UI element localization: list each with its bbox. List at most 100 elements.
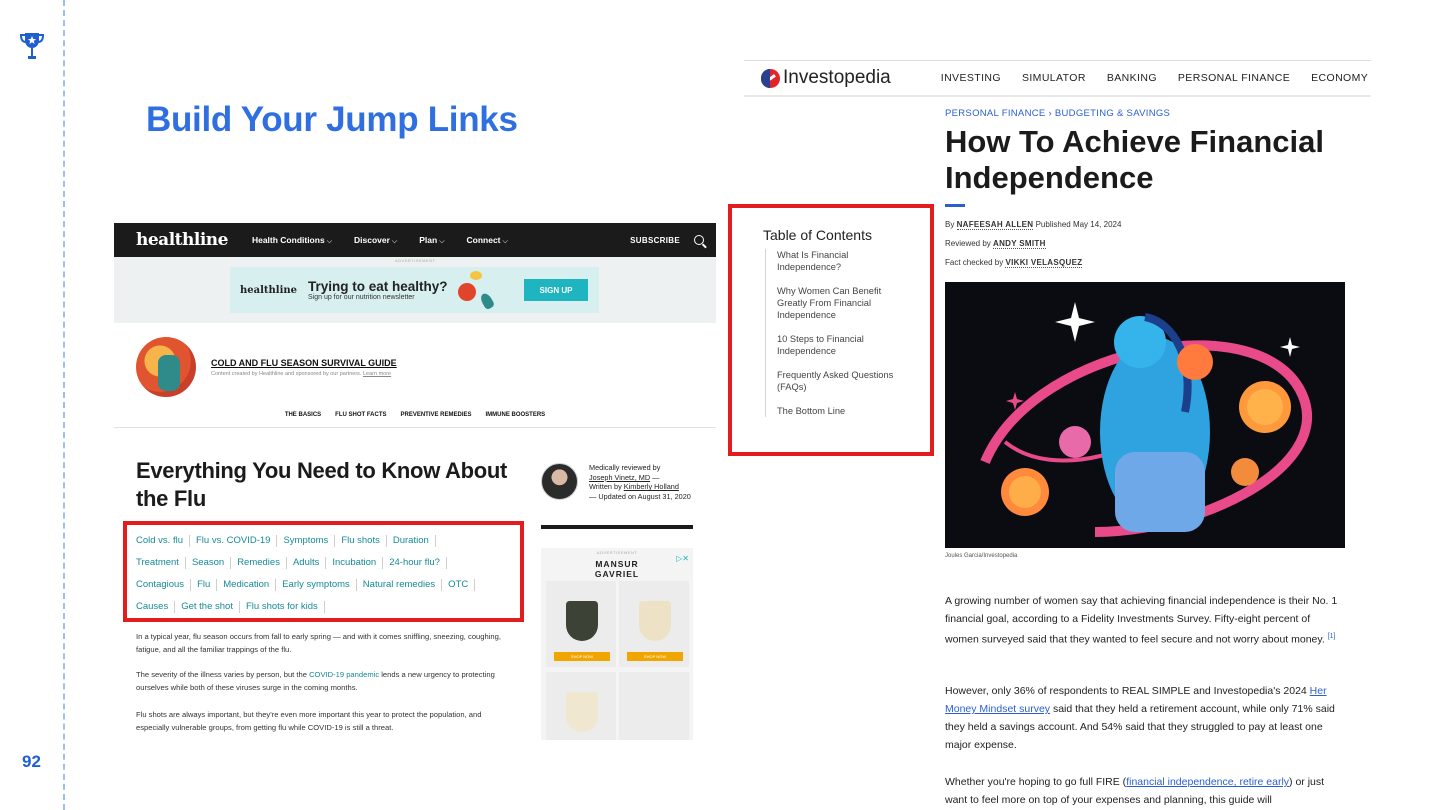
title-accent-rule	[945, 204, 965, 207]
article-paragraph: The severity of the illness varies by pe…	[136, 669, 512, 694]
fact-checked-by-label: Fact checked by	[945, 258, 1006, 267]
bag-image	[566, 601, 598, 641]
search-icon[interactable]	[694, 235, 704, 245]
reviewed-by-label: Medically reviewed by	[589, 463, 661, 472]
learn-more-link[interactable]: Learn more	[363, 371, 391, 377]
paragraph-text: Whether you're hoping to go full FIRE (	[945, 776, 1127, 788]
author-name-link[interactable]: Kimberly Holland	[624, 482, 679, 491]
product-tile[interactable]	[619, 672, 689, 740]
updated-date: — Updated on August 31, 2020	[589, 491, 691, 501]
article-paragraph: In a typical year, flu season occurs fro…	[136, 632, 501, 654]
nav-label: Health Conditions	[251, 234, 325, 245]
bag-image	[566, 692, 598, 732]
subnav-flu-shot-facts[interactable]: FLU SHOT FACTS	[335, 412, 386, 418]
chevron-down-icon: ⌵	[326, 237, 332, 245]
image-caption: Joules Garcia/Investopedia	[945, 553, 1018, 559]
chevron-down-icon: ⌵	[439, 237, 445, 245]
product-tile[interactable]: SHOP NOW	[619, 581, 689, 667]
food-illustration	[448, 267, 504, 313]
nav-banking[interactable]: BANKING	[1107, 72, 1157, 84]
survival-guide-banner: COLD AND FLU SEASON SURVIVAL GUIDE Conte…	[136, 337, 397, 397]
ad-subline: Sign up for our nutrition newsletter	[308, 294, 415, 301]
trophy-icon	[20, 33, 44, 59]
ad-logo: healthline	[240, 284, 298, 296]
investopedia-logo-text: Investopedia	[783, 67, 891, 88]
nav-health-conditions[interactable]: Health Conditions ⌵	[252, 235, 332, 246]
shop-now-button[interactable]: SHOP NOW	[627, 652, 683, 661]
nav-label: Connect	[466, 234, 501, 245]
healthline-screenshot: healthline Health Conditions ⌵ Discover ⌵ …	[114, 223, 716, 740]
guide-title-link[interactable]: COLD AND FLU SEASON SURVIVAL GUIDE	[211, 358, 397, 368]
nav-connect[interactable]: Connect ⌵	[467, 235, 508, 246]
reviewer-block: Medically reviewed by Joseph Vinetz, MD …	[541, 463, 693, 501]
slide-margin-rule	[63, 0, 65, 810]
investopedia-logo-icon	[761, 68, 780, 88]
nav-plan[interactable]: Plan ⌵	[419, 235, 444, 246]
guide-illustration	[136, 337, 196, 397]
slide-title: Build Your Jump Links	[146, 100, 518, 139]
toc-highlight	[728, 204, 934, 456]
article-paragraph: Whether you're hoping to go full FIRE (f…	[945, 773, 1345, 809]
shop-now-button[interactable]: SHOP NOW	[554, 652, 610, 661]
subnav-the-basics[interactable]: THE BASICS	[285, 412, 321, 418]
guide-subnav: THE BASICS FLU SHOT FACTS PREVENTIVE REM…	[114, 412, 716, 418]
guide-credit: Content created by Healthline and sponso…	[211, 371, 397, 377]
product-tile[interactable]	[546, 672, 616, 740]
nav-investing[interactable]: INVESTING	[941, 72, 1001, 84]
sidebar-ad[interactable]: ADVERTISEMENT ▷✕ MANSUR GAVRIEL SHOP NOW…	[541, 548, 693, 740]
fire-link[interactable]: financial independence, retire early	[1126, 776, 1289, 788]
ad-brand: MANSUR GAVRIEL	[541, 559, 693, 579]
nav-personal-finance[interactable]: PERSONAL FINANCE	[1178, 72, 1290, 84]
healthline-logo[interactable]: healthline	[136, 230, 228, 250]
reviewer-avatar	[541, 463, 578, 500]
ad-choices-icon[interactable]: ▷✕	[676, 554, 689, 563]
article-title: How To Achieve Financial Independence	[945, 124, 1324, 195]
reviewer-name-link[interactable]: Joseph Vinetz, MD	[589, 473, 650, 482]
paragraph-text: A growing number of women say that achie…	[945, 595, 1338, 646]
sign-up-button[interactable]: SIGN UP	[524, 279, 588, 301]
ad-text: Trying to eat healthy? Sign up for our n…	[308, 279, 448, 301]
fact-checker-link[interactable]: VIKKI VELASQUEZ	[1005, 258, 1083, 268]
healthline-navbar: healthline Health Conditions ⌵ Discover ⌵ …	[114, 223, 716, 257]
citation-link[interactable]: [1]	[1328, 633, 1336, 640]
subscribe-link[interactable]: SUBSCRIBE	[630, 236, 680, 245]
written-by-label: Written by	[589, 482, 624, 492]
byline-fact-checker: Fact checked by VIKKI VELASQUEZ	[945, 258, 1345, 268]
nav-simulator[interactable]: SIMULATOR	[1022, 72, 1086, 84]
subnav-immune-boosters[interactable]: IMMUNE BOOSTERS	[486, 412, 546, 418]
product-tile[interactable]: SHOP NOW	[546, 581, 616, 667]
nav-label: Discover	[354, 234, 390, 245]
reviewer-divider	[541, 525, 693, 529]
nav-economy[interactable]: ECONOMY	[1311, 72, 1368, 84]
investopedia-navbar: Investopedia INVESTING SIMULATOR BANKING…	[744, 60, 1371, 97]
chevron-down-icon: ⌵	[391, 237, 398, 245]
article-title: Everything You Need to Know About the Fl…	[136, 458, 508, 511]
jump-links-highlight	[123, 521, 524, 622]
byline-author: By NAFEESAH ALLEN Published May 14, 2024	[945, 220, 1345, 230]
article-paragraph: Flu shots are always important, but they…	[136, 710, 482, 732]
investopedia-logo[interactable]: Investopedia	[761, 67, 891, 89]
newsletter-ad-banner[interactable]: healthline Trying to eat healthy? Sign u…	[230, 267, 599, 313]
breadcrumb[interactable]: PERSONAL FINANCE › BUDGETING & SAVINGS	[945, 108, 1170, 119]
divider	[114, 427, 716, 428]
paragraph-text: However, only 36% of respondents to REAL…	[945, 685, 1310, 697]
top-ad-zone: ADVERTISEMENT healthline Trying to eat h…	[114, 257, 716, 323]
article-paragraph: A growing number of women say that achie…	[945, 592, 1345, 649]
nav-label: Plan	[419, 234, 438, 245]
subnav-preventive-remedies[interactable]: PREVENTIVE REMEDIES	[401, 412, 472, 418]
ad-brand-line: MANSUR	[595, 559, 639, 569]
ad-brand-line: GAVRIEL	[594, 569, 640, 579]
paragraph-text: The severity of the illness varies by pe…	[136, 670, 310, 679]
reviewed-by-label: Reviewed by	[945, 239, 994, 248]
bag-image	[639, 601, 671, 641]
published-date: Published May 14, 2024	[1033, 220, 1122, 229]
covid-pandemic-link[interactable]: COVID-19 pandemic	[309, 670, 379, 679]
nav-discover[interactable]: Discover ⌵	[354, 235, 397, 246]
ad-label: ADVERTISEMENT	[596, 550, 638, 555]
hero-illustration	[945, 282, 1345, 548]
reviewer-dash: —	[650, 472, 660, 482]
article-paragraph: However, only 36% of respondents to REAL…	[945, 682, 1345, 754]
author-link[interactable]: NAFEESAH ALLEN	[956, 220, 1034, 230]
chevron-down-icon: ⌵	[502, 237, 508, 245]
reviewer-link[interactable]: ANDY SMITH	[993, 239, 1046, 249]
